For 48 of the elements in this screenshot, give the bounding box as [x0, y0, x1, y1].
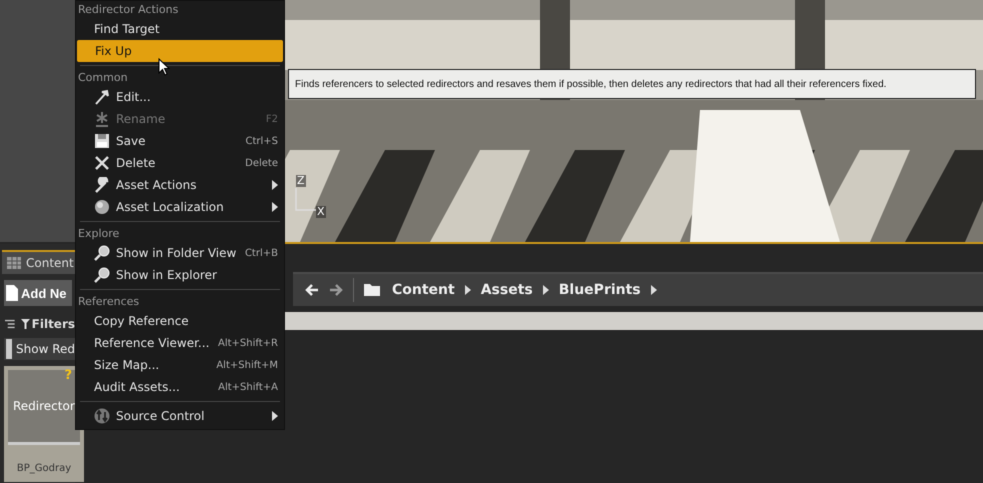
show-redirectors-toggle[interactable]: Show Red [4, 338, 75, 360]
menu-item[interactable]: Edit... [76, 86, 284, 108]
menu-item[interactable]: Delete Delete [76, 152, 284, 174]
search-icon [94, 267, 110, 283]
document-icon [6, 285, 18, 301]
back-arrow-icon[interactable] [305, 283, 319, 297]
menu-item[interactable]: Asset Actions [76, 174, 284, 196]
folder-icon [364, 283, 382, 297]
axis-label: X [316, 206, 326, 218]
menu-item[interactable]: Asset Localization [76, 196, 284, 218]
search-icon [94, 245, 110, 261]
menu-item[interactable]: Reference Viewer... Alt+Shift+R [76, 332, 284, 354]
save-icon [94, 133, 110, 149]
list-view-icon[interactable] [5, 317, 15, 331]
menu-section-heading: Redirector Actions [77, 2, 180, 18]
cursor-icon [158, 58, 170, 76]
breadcrumb-arrow-icon [650, 285, 657, 295]
sphere-icon [94, 199, 110, 215]
content-tab[interactable]: Content [2, 250, 75, 274]
filters-button[interactable]: Filters [20, 317, 75, 331]
question-mark: ? [64, 368, 72, 383]
tooltip: Finds referencers to selected redirectors and resaves them if possible, then deletes any redirectors that had all their referencers fixed. [288, 69, 976, 99]
menu-item[interactable]: Copy Reference [76, 310, 284, 332]
menu-item[interactable]: Fix Up [77, 40, 283, 62]
breadcrumb-arrow-icon [542, 285, 549, 295]
funnel-icon [20, 319, 30, 329]
add-new-button[interactable]: Add Ne [4, 280, 72, 306]
menu-section-heading: Explore [77, 226, 120, 242]
hammer-icon [94, 89, 110, 105]
forward-arrow-icon[interactable] [329, 283, 343, 297]
close-icon [94, 155, 110, 171]
asset-type-label: Redirector [12, 399, 75, 413]
menu-item[interactable]: Show in Folder View Ctrl+B [76, 242, 284, 264]
menu-section-heading: Common [77, 70, 129, 86]
grid-icon [6, 255, 22, 271]
menu-item[interactable]: Show in Explorer [76, 264, 284, 286]
menu-section-heading: References [77, 294, 140, 310]
asset-name: BP_Godray [16, 463, 72, 474]
asterisk-icon [94, 111, 110, 127]
asset-tile[interactable]: Redirector ? BP_Godray [4, 366, 84, 482]
breadcrumb-arrow-icon [464, 285, 471, 295]
breadcrumb-link[interactable]: Assets [480, 282, 533, 298]
axis-label: Z [296, 175, 306, 187]
breadcrumb-link[interactable]: Content [392, 282, 455, 298]
menu-item[interactable]: Save Ctrl+S [76, 130, 284, 152]
breadcrumb-link[interactable]: BluePrints [558, 282, 641, 298]
source-control-icon [94, 408, 110, 424]
menu-item[interactable]: Find Target [76, 18, 284, 40]
